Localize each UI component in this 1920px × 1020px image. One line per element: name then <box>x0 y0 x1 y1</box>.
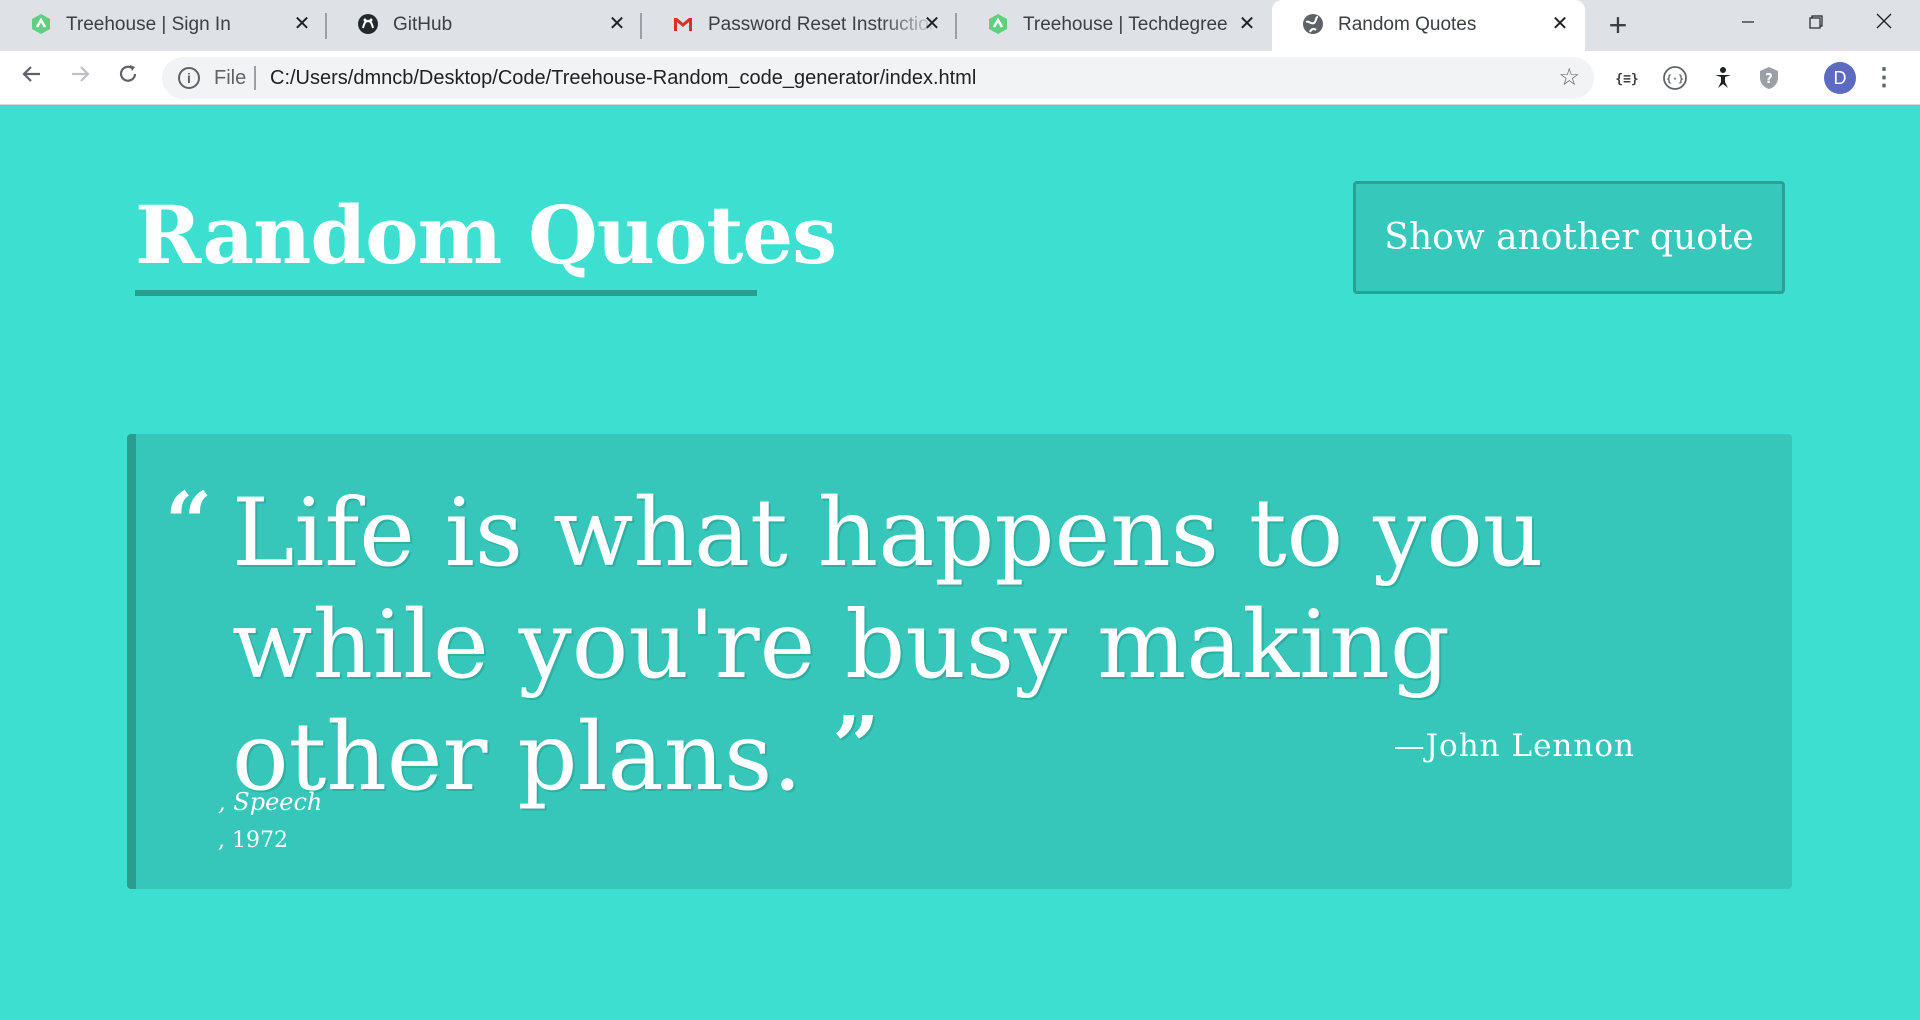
open-quote-mark: “ <box>165 475 213 571</box>
title-underline <box>135 290 757 296</box>
globe-icon <box>1302 13 1324 35</box>
browser-toolbar: i File C:/Users/dmncb/Desktop/Code/Treeh… <box>0 51 1920 105</box>
tab-title: Random Quotes <box>1338 14 1477 35</box>
omnibox-separator <box>254 66 256 90</box>
tab-title: Treehouse | Techdegree <box>1023 14 1228 35</box>
tab-treehouse-signin[interactable]: Treehouse | Sign In ✕ <box>0 0 327 51</box>
tab-title: GitHub <box>393 14 453 35</box>
tab-strip: Treehouse | Sign In ✕ GitHub ✕ Password … <box>0 0 1920 51</box>
close-tab-icon[interactable]: ✕ <box>291 13 313 35</box>
url-text[interactable]: C:/Users/dmncb/Desktop/Code/Treehouse-Ra… <box>270 66 976 90</box>
profile-avatar[interactable]: D <box>1824 62 1856 94</box>
treehouse-icon <box>987 13 1009 35</box>
back-icon[interactable] <box>16 62 48 94</box>
tab-treehouse-techdegree[interactable]: Treehouse | Techdegree ✕ <box>957 0 1272 51</box>
svg-text:{≡}: {≡} <box>1615 72 1638 87</box>
new-tab-button[interactable]: + <box>1602 9 1634 42</box>
quote-citation: , Speech <box>218 788 323 816</box>
tab-github[interactable]: GitHub ✕ <box>327 0 642 51</box>
close-tab-icon[interactable]: ✕ <box>606 13 628 35</box>
quote-source: —John Lennon <box>1393 728 1635 764</box>
close-tab-icon[interactable]: ✕ <box>1236 13 1258 35</box>
tab-gmail[interactable]: Password Reset Instructions ✕ <box>642 0 957 51</box>
restore-icon[interactable] <box>1796 6 1836 40</box>
site-info-icon[interactable]: i <box>178 67 200 89</box>
github-icon <box>357 13 379 35</box>
address-bar[interactable]: i File C:/Users/dmncb/Desktop/Code/Treeh… <box>162 57 1594 99</box>
scheme-label: File <box>214 67 247 89</box>
quote-text: Life is what happens to you while you're… <box>232 479 1544 812</box>
shield-extension-icon[interactable]: ? <box>1756 65 1782 91</box>
tab-title: Password Reset Instructions <box>708 14 938 35</box>
json-viewer-extension-icon[interactable]: {≡} <box>1614 65 1640 91</box>
minimize-icon[interactable] <box>1728 6 1768 40</box>
svg-text:{·}: {·} <box>1666 74 1684 85</box>
forward-icon[interactable] <box>64 62 96 94</box>
page-title: Random Quotes <box>135 188 837 282</box>
tab-random-quotes[interactable]: Random Quotes ✕ <box>1272 0 1585 51</box>
treehouse-icon <box>30 13 52 35</box>
quote-year: , 1972 <box>218 828 288 853</box>
accessibility-extension-icon[interactable] <box>1710 65 1736 91</box>
tab-title: Treehouse | Sign In <box>66 14 231 35</box>
code-extension-icon[interactable]: {·} <box>1662 65 1688 91</box>
svg-text:?: ? <box>1765 72 1773 87</box>
show-another-quote-button[interactable]: Show another quote <box>1353 181 1785 294</box>
bookmark-star-icon[interactable]: ☆ <box>1558 63 1580 93</box>
close-tab-icon[interactable]: ✕ <box>921 13 943 35</box>
reload-icon[interactable] <box>112 62 144 94</box>
close-quote-mark: ” <box>832 699 880 795</box>
browser-menu-icon[interactable]: ⋮ <box>1872 62 1896 94</box>
close-window-icon[interactable] <box>1864 6 1904 40</box>
gmail-icon <box>672 13 694 35</box>
close-tab-icon[interactable]: ✕ <box>1549 13 1571 35</box>
